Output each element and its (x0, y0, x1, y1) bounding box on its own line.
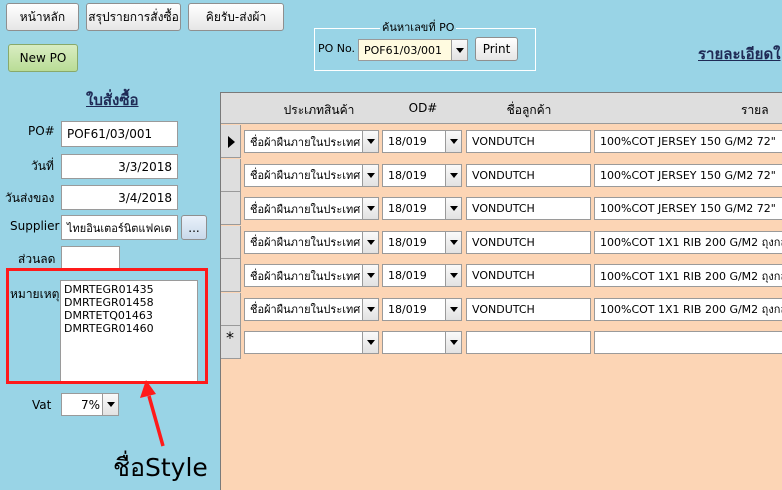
row-selector[interactable] (221, 158, 241, 192)
detail-field[interactable]: 100%COT JERSEY 150 G/M2 72" (594, 197, 782, 220)
row-selector[interactable] (221, 259, 241, 292)
detail-field-value: 100%COT JERSEY 150 G/M2 72" (600, 202, 776, 215)
customer-field-value: VONDUTCH (472, 202, 535, 215)
detail-field-value: 100%COT 1X1 RIB 200 G/M2 ถุงกลม (600, 303, 782, 316)
od-select[interactable]: 18/019 (382, 163, 462, 187)
product-type-select-value: ชื่อผ้าผืนภายในประเทศ (250, 303, 361, 316)
row-selector[interactable] (221, 125, 241, 158)
customer-field-value: VONDUTCH (472, 135, 535, 148)
header-od[interactable]: OD# (383, 101, 463, 115)
detail-field[interactable]: 100%COT JERSEY 150 G/M2 72" (594, 163, 782, 187)
detail-field[interactable]: 100%COT 1X1 RIB 200 G/M2 ถุงกลม (594, 264, 782, 287)
chevron-down-icon[interactable] (445, 131, 461, 152)
od-select-value: 18/019 (388, 202, 427, 215)
customer-field[interactable]: VONDUTCH (466, 197, 591, 220)
product-type-select[interactable]: ชื่อผ้าผืนภายในประเทศ (244, 197, 379, 220)
detail-field[interactable] (594, 331, 782, 354)
detail-field-value: 100%COT JERSEY 150 G/M2 72" (600, 168, 776, 182)
chevron-down-icon[interactable] (445, 298, 461, 320)
od-select-value: 18/019 (388, 269, 427, 282)
product-type-select[interactable]: ชื่อผ้าผืนภายในประเทศ (244, 130, 379, 153)
customer-field[interactable]: VONDUTCH (466, 130, 591, 153)
product-type-select-value: ชื่อผ้าผืนภายในประเทศ (250, 135, 361, 149)
header-detail[interactable]: รายล (741, 101, 782, 120)
od-select-value: 18/019 (388, 302, 427, 316)
customer-field[interactable]: VONDUTCH (466, 297, 591, 321)
chevron-down-icon[interactable] (362, 164, 378, 186)
current-row-icon (228, 136, 235, 148)
chevron-down-icon[interactable] (445, 164, 461, 186)
row-selector[interactable] (221, 192, 241, 225)
chevron-down-icon[interactable] (445, 231, 461, 253)
detail-field-value: 100%COT JERSEY 150 G/M2 72" (600, 135, 776, 148)
chevron-down-icon[interactable] (362, 131, 378, 152)
od-select[interactable]: 18/019 (382, 230, 462, 254)
od-select[interactable] (382, 331, 462, 354)
od-select-value: 18/019 (388, 135, 427, 148)
po-items-grid: ประเภทสินค้า OD# ชื่อลูกค้า รายล ชื่อผ้า… (220, 92, 782, 490)
grid-header: ประเภทสินค้า OD# ชื่อลูกค้า รายล (221, 93, 782, 124)
product-type-select[interactable]: ชื่อผ้าผืนภายในประเทศ (244, 163, 379, 187)
new-row-icon: * (226, 328, 234, 347)
annotation-label: ชื่อStyle (113, 453, 208, 482)
chevron-down-icon[interactable] (445, 198, 461, 219)
row-selector[interactable] (221, 292, 241, 326)
product-type-select[interactable] (244, 331, 379, 354)
detail-field-value: 100%COT 1X1 RIB 200 G/M2 ถุงกลม (600, 269, 782, 283)
product-type-select[interactable]: ชื่อผ้าผืนภายในประเทศ (244, 297, 379, 321)
chevron-down-icon[interactable] (362, 198, 378, 219)
product-type-select-value: ชื่อผ้าผืนภายในประเทศ (250, 236, 361, 249)
product-type-select[interactable]: ชื่อผ้าผืนภายในประเทศ (244, 230, 379, 254)
product-type-select-value: ชื่อผ้าผืนภายในประเทศ (250, 169, 361, 182)
chevron-down-icon[interactable] (445, 265, 461, 286)
customer-field-value: VONDUTCH (472, 302, 535, 316)
customer-field[interactable]: VONDUTCH (466, 230, 591, 254)
customer-field[interactable]: VONDUTCH (466, 163, 591, 187)
product-type-select[interactable]: ชื่อผ้าผืนภายในประเทศ (244, 264, 379, 287)
row-selector[interactable] (221, 225, 241, 259)
od-select[interactable]: 18/019 (382, 264, 462, 287)
customer-field[interactable]: VONDUTCH (466, 264, 591, 287)
detail-field-value: 100%COT 1X1 RIB 200 G/M2 ถุงกลม (600, 236, 782, 249)
od-select[interactable]: 18/019 (382, 130, 462, 153)
detail-field[interactable]: 100%COT 1X1 RIB 200 G/M2 ถุงกลม (594, 297, 782, 321)
od-select-value: 18/019 (388, 235, 427, 249)
customer-field-value: VONDUTCH (472, 168, 535, 182)
chevron-down-icon[interactable] (362, 265, 378, 286)
header-customer[interactable]: ชื่อลูกค้า (466, 101, 592, 120)
od-select[interactable]: 18/019 (382, 197, 462, 220)
customer-field[interactable] (466, 331, 591, 354)
row-selector[interactable]: * (221, 326, 241, 359)
chevron-down-icon[interactable] (362, 231, 378, 253)
od-select[interactable]: 18/019 (382, 297, 462, 321)
product-type-select-value: ชื่อผ้าผืนภายในประเทศ (250, 202, 361, 216)
customer-field-value: VONDUTCH (472, 269, 535, 282)
header-product-type[interactable]: ประเภทสินค้า (249, 101, 389, 120)
customer-field-value: VONDUTCH (472, 235, 535, 249)
chevron-down-icon[interactable] (362, 298, 378, 320)
chevron-down-icon[interactable] (362, 332, 378, 353)
product-type-select-value: ชื่อผ้าผืนภายในประเทศ (250, 269, 361, 283)
detail-field[interactable]: 100%COT 1X1 RIB 200 G/M2 ถุงกลม (594, 230, 782, 254)
chevron-down-icon[interactable] (445, 332, 461, 353)
detail-field[interactable]: 100%COT JERSEY 150 G/M2 72" (594, 130, 782, 153)
od-select-value: 18/019 (388, 168, 427, 182)
